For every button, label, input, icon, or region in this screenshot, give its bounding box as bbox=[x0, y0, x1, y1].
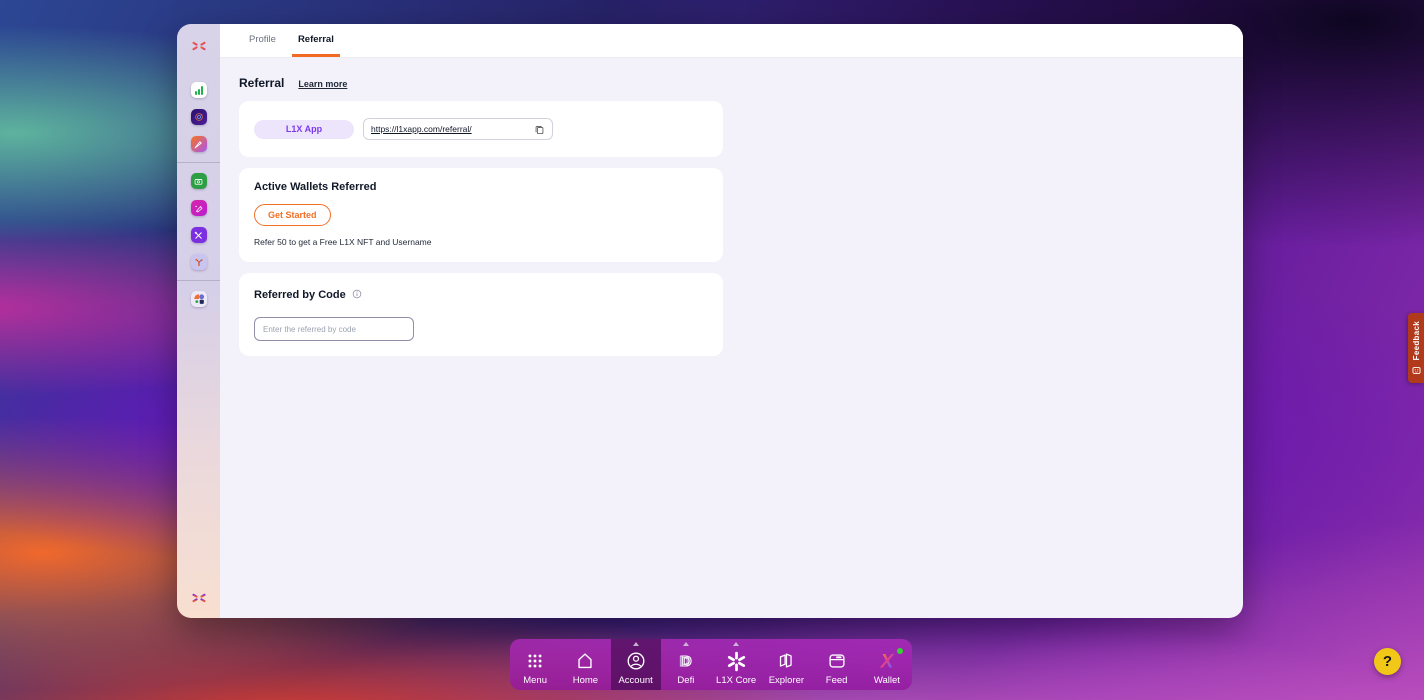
copy-icon[interactable] bbox=[533, 123, 545, 135]
referral-code-input[interactable] bbox=[254, 317, 414, 341]
learn-more-link[interactable]: Learn more bbox=[298, 79, 347, 89]
analytics-app-icon[interactable] bbox=[190, 82, 207, 98]
tab-bar: Profile Referral bbox=[220, 24, 1243, 58]
pen-icon bbox=[195, 205, 203, 212]
wallet-x-icon: X bbox=[875, 648, 903, 673]
wallet-online-badge bbox=[896, 648, 903, 654]
feedback-label: Feedback bbox=[1411, 321, 1421, 361]
main-panel: Profile Referral Referral Learn more L1X… bbox=[220, 24, 1243, 618]
svg-text:X: X bbox=[880, 652, 895, 673]
dock: Menu Home Account D D Defi L1X Core Expl… bbox=[510, 639, 912, 690]
dock-item-defi[interactable]: D D Defi bbox=[661, 639, 711, 690]
referral-link-card: L1X App bbox=[239, 101, 723, 157]
bar-chart-icon bbox=[194, 85, 203, 95]
referral-reward-note: Refer 50 to get a Free L1X NFT and Usern… bbox=[254, 237, 432, 247]
dock-item-feed[interactable]: Feed bbox=[812, 639, 862, 690]
dock-label: L1X Core bbox=[716, 675, 757, 686]
referral-page: Referral Learn more L1X App https://l1xa… bbox=[220, 58, 1243, 618]
referral-url-box bbox=[363, 118, 553, 140]
sidebar-app-group-1 bbox=[190, 72, 207, 162]
referral-url-input[interactable] bbox=[371, 124, 527, 134]
explorer-book-icon bbox=[775, 649, 797, 673]
launch-app-icon[interactable] bbox=[190, 136, 207, 152]
dock-item-home[interactable]: Home bbox=[560, 639, 610, 690]
feedback-tab[interactable]: Feedback bbox=[1408, 313, 1424, 383]
active-wallets-card: Active Wallets Referred Get Started Refe… bbox=[239, 168, 723, 262]
dock-item-wallet[interactable]: X Wallet bbox=[862, 639, 912, 690]
apps-grid-app-icon[interactable] bbox=[190, 291, 207, 307]
l1x-app-pill[interactable]: L1X App bbox=[254, 119, 354, 139]
dock-label: Account bbox=[618, 675, 653, 686]
tab-referral[interactable]: Referral bbox=[291, 24, 340, 57]
l1x-core-asterisk-icon bbox=[726, 649, 747, 673]
crossed-tools-icon bbox=[194, 231, 202, 239]
account-icon bbox=[625, 649, 647, 673]
defi-icon: D D bbox=[675, 649, 697, 673]
active-wallets-title: Active Wallets Referred bbox=[254, 181, 377, 193]
sidebar bbox=[177, 24, 220, 618]
active-app-indicator bbox=[682, 642, 689, 646]
cash-icon bbox=[194, 178, 203, 185]
svg-text:D: D bbox=[681, 654, 692, 670]
info-icon[interactable] bbox=[352, 286, 362, 304]
sidebar-app-group-2 bbox=[190, 163, 207, 280]
referred-by-code-title: Referred by Code bbox=[254, 289, 346, 301]
dock-label: Explorer bbox=[768, 675, 805, 686]
menu-grid-icon bbox=[524, 649, 546, 673]
dock-label: Feed bbox=[825, 675, 848, 686]
finance-app-icon[interactable] bbox=[190, 173, 207, 189]
core-orbit-app-icon[interactable] bbox=[190, 109, 207, 125]
tab-profile[interactable]: Profile bbox=[243, 24, 282, 57]
atom-icon bbox=[194, 113, 203, 121]
help-button[interactable]: ? bbox=[1374, 648, 1401, 675]
dock-item-l1x-core[interactable]: L1X Core bbox=[711, 639, 761, 690]
l1x-logo-bottom-icon bbox=[191, 590, 207, 606]
rocket-icon bbox=[194, 140, 202, 148]
feedback-smiley-icon bbox=[1412, 366, 1420, 374]
dock-label: Home bbox=[572, 675, 599, 686]
tools-app-icon[interactable] bbox=[190, 227, 207, 243]
network-app-icon[interactable] bbox=[190, 254, 207, 270]
referred-by-code-card: Referred by Code bbox=[239, 273, 723, 356]
quadrant-icon bbox=[193, 294, 204, 304]
active-app-indicator bbox=[632, 642, 639, 646]
dock-label: Menu bbox=[523, 675, 547, 686]
page-title: Referral bbox=[239, 76, 285, 90]
dock-label: Defi bbox=[677, 675, 695, 686]
create-app-icon[interactable] bbox=[190, 200, 207, 216]
app-window: Profile Referral Referral Learn more L1X… bbox=[177, 24, 1243, 618]
dock-item-account[interactable]: Account bbox=[610, 639, 661, 690]
sidebar-app-group-3 bbox=[190, 281, 207, 317]
dock-item-explorer[interactable]: Explorer bbox=[761, 639, 811, 690]
active-app-indicator bbox=[733, 642, 740, 646]
home-icon bbox=[574, 649, 596, 673]
molecule-icon bbox=[194, 258, 203, 266]
l1x-logo-icon bbox=[191, 38, 207, 54]
feed-card-icon bbox=[826, 649, 848, 673]
dock-item-menu[interactable]: Menu bbox=[510, 639, 560, 690]
get-started-button[interactable]: Get Started bbox=[254, 204, 331, 226]
dock-label: Wallet bbox=[873, 675, 900, 686]
